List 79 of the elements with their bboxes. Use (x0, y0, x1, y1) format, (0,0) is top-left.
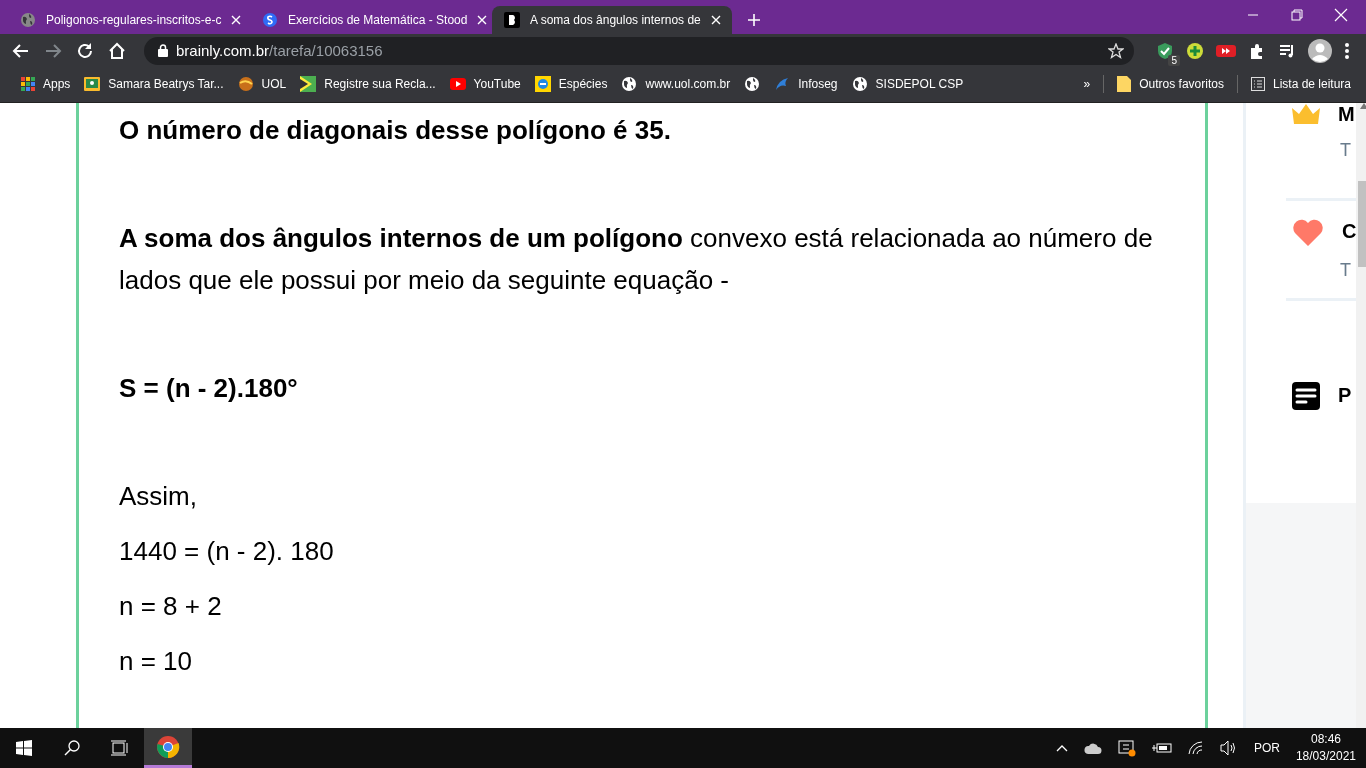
flag-icon (300, 75, 317, 92)
wifi-icon[interactable] (1187, 741, 1204, 755)
close-icon[interactable] (477, 14, 488, 25)
crown-icon (1292, 104, 1320, 125)
volume-icon[interactable] (1219, 740, 1238, 756)
classroom-icon (84, 75, 101, 92)
star-icon[interactable] (1108, 42, 1124, 59)
reading-list-button[interactable]: Lista de leitura (1243, 73, 1358, 94)
e-logo-icon (534, 75, 551, 92)
bookmark[interactable]: Registre sua Recla... (293, 72, 443, 95)
answer-text: A soma dos ângulos internos de um polígono convexo está relacionada ao número de lados que ele possui por meio da seguinte equação - (119, 221, 1154, 297)
bookmark[interactable]: Infoseg (767, 72, 845, 95)
video-play-icon[interactable] (1216, 42, 1236, 59)
close-icon[interactable] (1334, 8, 1348, 22)
extension-badge: 5 (1168, 54, 1180, 66)
sidebar-subtitle: T (1339, 259, 1352, 281)
answer-text: Assim, (119, 479, 198, 513)
bookmark[interactable]: Apps (14, 73, 78, 94)
browser-tab[interactable]: Poligonos-regulares-inscritos-e-c (8, 5, 248, 34)
browser-tab[interactable]: A soma dos ângulos internos de (492, 5, 732, 34)
folder-icon (1117, 75, 1132, 92)
sidebar-heading: M (1338, 102, 1355, 126)
reload-icon[interactable] (76, 41, 94, 60)
video-play-icon (449, 77, 466, 90)
bookmark-folder[interactable]: Outros favoritos (1110, 72, 1231, 95)
answer-text: 1440 = (n - 2). 180 (119, 534, 335, 568)
task-view-icon[interactable] (111, 740, 129, 756)
shield-icon[interactable] (1156, 41, 1174, 60)
bookmark[interactable]: Espécies (527, 72, 615, 95)
apps-grid-icon (21, 76, 35, 91)
answer-text: n = 10 (119, 644, 193, 678)
plus-circle-icon[interactable] (1186, 41, 1204, 60)
windows-icon[interactable] (16, 740, 32, 756)
bookmark[interactable]: www.uol.com.br (614, 72, 738, 95)
globe-icon (851, 75, 868, 92)
more-bookmarks[interactable]: » (1076, 73, 1098, 94)
back-icon[interactable] (12, 41, 30, 60)
clock[interactable]: 08:46 18/03/2021 (1295, 731, 1356, 765)
ball-icon (237, 75, 254, 92)
close-icon[interactable] (710, 14, 721, 25)
battery-icon[interactable] (1151, 742, 1172, 754)
document-icon (1292, 381, 1320, 410)
chrome-logo-icon (156, 734, 180, 759)
cloud-icon[interactable] (1083, 742, 1102, 754)
sync-icon[interactable] (1117, 739, 1136, 757)
heart-icon (1292, 217, 1324, 246)
forward-icon[interactable] (44, 41, 62, 60)
menu-icon[interactable] (1344, 41, 1350, 60)
swirl-icon (774, 75, 791, 92)
close-icon[interactable] (231, 14, 242, 25)
browser-tab[interactable]: Exercícios de Matemática - Stood (250, 5, 490, 34)
avatar-icon[interactable] (1308, 38, 1332, 63)
url-text: brainly.com.br/tarefa/10063156 (176, 42, 384, 60)
new-tab-icon[interactable] (748, 13, 760, 26)
sidebar-heading: C (1342, 220, 1357, 244)
sidebar-heading: P (1338, 384, 1352, 408)
list-icon (1250, 76, 1265, 91)
b-logo-icon (504, 11, 520, 28)
answer-text: O número de diagonais desse polígono é 35. (119, 113, 672, 147)
s-logo-icon (262, 11, 278, 28)
bookmark[interactable]: Samara Beatrys Tar... (77, 72, 231, 95)
restore-icon[interactable] (1290, 8, 1304, 22)
sidebar-subtitle: T (1339, 139, 1352, 161)
chevron-up-icon[interactable] (1055, 744, 1068, 752)
scroll-up-icon[interactable] (1360, 102, 1366, 109)
answer-text: S = (n - 2).180° (119, 371, 299, 405)
lock-icon (158, 44, 168, 58)
bookmark[interactable]: SISDEPOL CSP (844, 72, 971, 95)
bookmark[interactable]: UOL (230, 72, 294, 95)
globe-icon (20, 11, 36, 28)
globe-icon (621, 75, 638, 92)
address-bar[interactable]: brainly.com.br/tarefa/10063156 (144, 36, 1134, 65)
home-icon[interactable] (108, 41, 126, 60)
search-icon[interactable] (64, 740, 80, 756)
answer-text: n = 8 + 2 (119, 589, 223, 623)
taskbar-app[interactable] (144, 728, 192, 768)
language-indicator[interactable]: POR (1253, 741, 1280, 755)
bookmark[interactable]: YouTube (442, 73, 528, 94)
globe-icon (744, 75, 761, 92)
